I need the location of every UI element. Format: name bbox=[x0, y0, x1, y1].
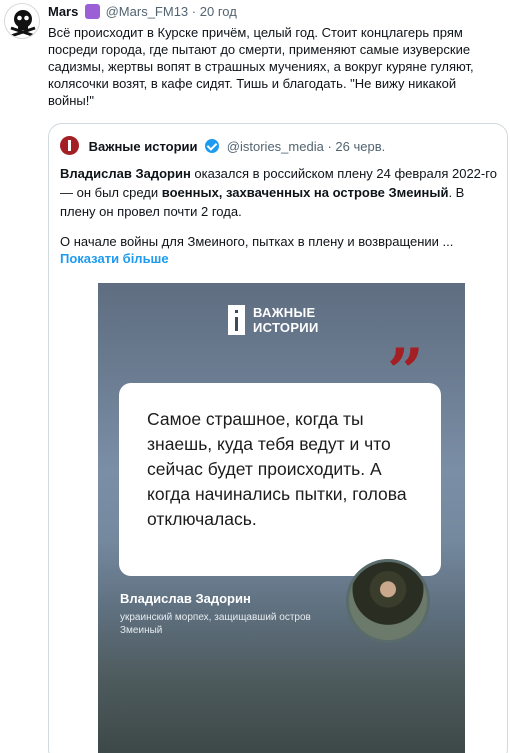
quoted-text-line2: О начале войны для Змеиного, пытках в пл… bbox=[60, 234, 454, 249]
quoted-text-bold-name: Владислав Задорин bbox=[60, 166, 191, 181]
tweet-text: Всё происходит в Курске причём, целый го… bbox=[48, 25, 474, 108]
tweet-header: Mars @Mars_FM13 · 20 год bbox=[48, 4, 237, 20]
quoted-avatar[interactable] bbox=[60, 136, 79, 155]
quoted-handle[interactable]: @istories_media bbox=[227, 139, 324, 154]
quoted-tweet[interactable]: Важные истории @istories_media · 26 черв… bbox=[48, 123, 508, 753]
badge-icon bbox=[84, 4, 100, 19]
tweet-time[interactable]: 20 год bbox=[200, 4, 237, 19]
media-card[interactable]: ВАЖНЫЕ ИСТОРИИ ” Самое страшное, когда т… bbox=[98, 283, 465, 753]
logo-line1: ВАЖНЫЕ bbox=[253, 305, 316, 320]
author-handle[interactable]: @Mars_FM13 bbox=[106, 4, 189, 19]
verified-check-icon bbox=[205, 139, 220, 153]
card-logo-text: ВАЖНЫЕ ИСТОРИИ bbox=[253, 305, 319, 335]
quoted-text: Владислав Задорин оказался в российском … bbox=[60, 164, 500, 221]
quoted-author-name[interactable]: Важные истории bbox=[89, 139, 198, 154]
separator: · bbox=[191, 4, 197, 19]
speaker-role: украинский морпех, защищавший остров Зме… bbox=[120, 612, 311, 636]
quoted-time[interactable]: 26 черв. bbox=[335, 139, 385, 154]
show-more-link[interactable]: Показати більше bbox=[60, 251, 169, 266]
skull-crossbones-icon bbox=[10, 10, 36, 38]
author-name[interactable]: Mars bbox=[48, 4, 78, 19]
istories-logo-icon bbox=[228, 305, 245, 335]
quote-text: Самое страшное, когда ты знаешь, куда те… bbox=[147, 409, 407, 529]
logo-line2: ИСТОРИИ bbox=[253, 320, 319, 335]
speaker-name: Владислав Задорин bbox=[120, 591, 251, 606]
quoted-header: Важные истории @istories_media · 26 черв… bbox=[60, 136, 385, 155]
separator: · bbox=[327, 139, 332, 154]
speaker-photo bbox=[346, 559, 430, 643]
quoted-text-bold-phrase: военных, захваченных на острове Змеиный bbox=[161, 185, 449, 200]
author-avatar[interactable] bbox=[4, 3, 40, 39]
quote-marks-icon: ” bbox=[387, 335, 424, 410]
